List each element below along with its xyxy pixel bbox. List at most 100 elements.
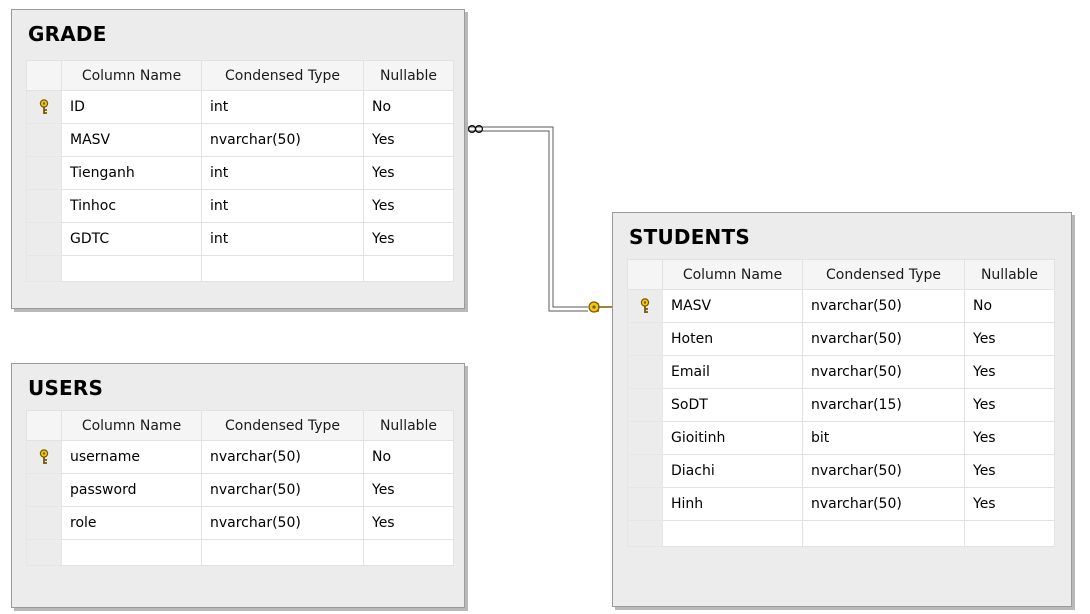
row-selector[interactable] xyxy=(26,506,62,540)
column-name: Tienganh xyxy=(61,156,202,190)
row-selector[interactable] xyxy=(627,487,663,521)
empty-cell[interactable] xyxy=(363,539,454,566)
empty-cell[interactable] xyxy=(61,539,202,566)
empty-row[interactable] xyxy=(627,520,1055,547)
header-row: Column Name Condensed Type Nullable xyxy=(627,259,1055,290)
column-nullable: Yes xyxy=(363,473,454,507)
column-name: ID xyxy=(61,90,202,124)
column-name: role xyxy=(61,506,202,540)
column-type: bit xyxy=(802,421,965,455)
table-row[interactable]: Tienganh int Yes xyxy=(26,156,454,190)
row-selector[interactable] xyxy=(627,289,663,323)
table-row[interactable]: Hoten nvarchar(50) Yes xyxy=(627,322,1055,356)
header-row: Column Name Condensed Type Nullable xyxy=(26,60,454,91)
table-row[interactable]: Diachi nvarchar(50) Yes xyxy=(627,454,1055,488)
column-type: nvarchar(50) xyxy=(201,473,364,507)
column-header: Column Name xyxy=(662,259,803,290)
table-row[interactable]: Tinhoc int Yes xyxy=(26,189,454,223)
column-header: Condensed Type xyxy=(201,410,364,441)
table-students[interactable]: STUDENTS Column Name Condensed Type Null… xyxy=(612,212,1072,607)
row-selector[interactable] xyxy=(627,421,663,455)
table-title: USERS xyxy=(28,376,104,400)
table-row[interactable]: role nvarchar(50) Yes xyxy=(26,506,454,540)
table-title: GRADE xyxy=(28,22,107,46)
column-type: nvarchar(50) xyxy=(201,123,364,157)
row-selector[interactable] xyxy=(26,473,62,507)
row-selector[interactable] xyxy=(26,255,62,282)
empty-cell[interactable] xyxy=(201,255,364,282)
column-nullable: Yes xyxy=(964,454,1055,488)
column-name: username xyxy=(61,440,202,474)
column-type: int xyxy=(201,189,364,223)
column-name: Diachi xyxy=(662,454,803,488)
column-nullable: Yes xyxy=(964,487,1055,521)
empty-row[interactable] xyxy=(26,539,454,566)
column-name: MASV xyxy=(662,289,803,323)
column-header: Nullable xyxy=(363,410,454,441)
table-users[interactable]: USERS Column Name Condensed Type Nullabl… xyxy=(11,363,465,608)
column-nullable: Yes xyxy=(363,189,454,223)
row-selector-header xyxy=(26,410,62,441)
empty-cell[interactable] xyxy=(61,255,202,282)
table-row[interactable]: Hinh nvarchar(50) Yes xyxy=(627,487,1055,521)
column-header: Nullable xyxy=(363,60,454,91)
column-type: int xyxy=(201,222,364,256)
column-nullable: No xyxy=(363,440,454,474)
empty-cell[interactable] xyxy=(802,520,965,547)
column-type: nvarchar(50) xyxy=(802,322,965,356)
column-nullable: Yes xyxy=(363,156,454,190)
empty-row[interactable] xyxy=(26,255,454,282)
column-header: Condensed Type xyxy=(201,60,364,91)
table-row[interactable]: SoDT nvarchar(15) Yes xyxy=(627,388,1055,422)
empty-cell[interactable] xyxy=(201,539,364,566)
column-type: nvarchar(50) xyxy=(201,506,364,540)
table-title: STUDENTS xyxy=(629,225,750,249)
relationship-line[interactable] xyxy=(464,126,588,312)
column-type: nvarchar(50) xyxy=(802,355,965,389)
row-selector[interactable] xyxy=(627,454,663,488)
column-type: nvarchar(50) xyxy=(802,289,965,323)
table-grade[interactable]: GRADE Column Name Condensed Type Nullabl… xyxy=(11,9,465,309)
column-nullable: Yes xyxy=(964,355,1055,389)
table-row[interactable]: GDTC int Yes xyxy=(26,222,454,256)
column-name: MASV xyxy=(61,123,202,157)
row-selector[interactable] xyxy=(26,123,62,157)
column-type: nvarchar(50) xyxy=(802,487,965,521)
column-name: Hoten xyxy=(662,322,803,356)
row-selector[interactable] xyxy=(627,322,663,356)
row-selector[interactable] xyxy=(26,222,62,256)
table-row[interactable]: Gioitinh bit Yes xyxy=(627,421,1055,455)
row-selector[interactable] xyxy=(26,90,62,124)
column-name: Email xyxy=(662,355,803,389)
empty-cell[interactable] xyxy=(363,255,454,282)
table-row[interactable]: Email nvarchar(50) Yes xyxy=(627,355,1055,389)
table-row[interactable]: password nvarchar(50) Yes xyxy=(26,473,454,507)
table-row[interactable]: ID int No xyxy=(26,90,454,124)
row-selector[interactable] xyxy=(627,388,663,422)
column-name: Gioitinh xyxy=(662,421,803,455)
column-nullable: Yes xyxy=(363,222,454,256)
row-selector[interactable] xyxy=(26,440,62,474)
column-nullable: No xyxy=(964,289,1055,323)
empty-cell[interactable] xyxy=(662,520,803,547)
empty-cell[interactable] xyxy=(964,520,1055,547)
column-name: SoDT xyxy=(662,388,803,422)
key-icon xyxy=(640,298,650,313)
column-name: Hinh xyxy=(662,487,803,521)
column-grid: Column Name Condensed Type Nullable user… xyxy=(26,410,454,566)
row-selector[interactable] xyxy=(26,189,62,223)
key-icon xyxy=(39,449,49,464)
table-row[interactable]: username nvarchar(50) No xyxy=(26,440,454,474)
table-row[interactable]: MASV nvarchar(50) No xyxy=(627,289,1055,323)
column-nullable: Yes xyxy=(363,123,454,157)
row-selector[interactable] xyxy=(627,520,663,547)
row-selector[interactable] xyxy=(26,156,62,190)
relationship-key-end-icon xyxy=(588,301,612,313)
column-header: Nullable xyxy=(964,259,1055,290)
column-name: password xyxy=(61,473,202,507)
row-selector[interactable] xyxy=(26,539,62,566)
row-selector[interactable] xyxy=(627,355,663,389)
table-row[interactable]: MASV nvarchar(50) Yes xyxy=(26,123,454,157)
column-grid: Column Name Condensed Type Nullable MASV… xyxy=(627,259,1055,547)
row-selector-header xyxy=(627,259,663,290)
